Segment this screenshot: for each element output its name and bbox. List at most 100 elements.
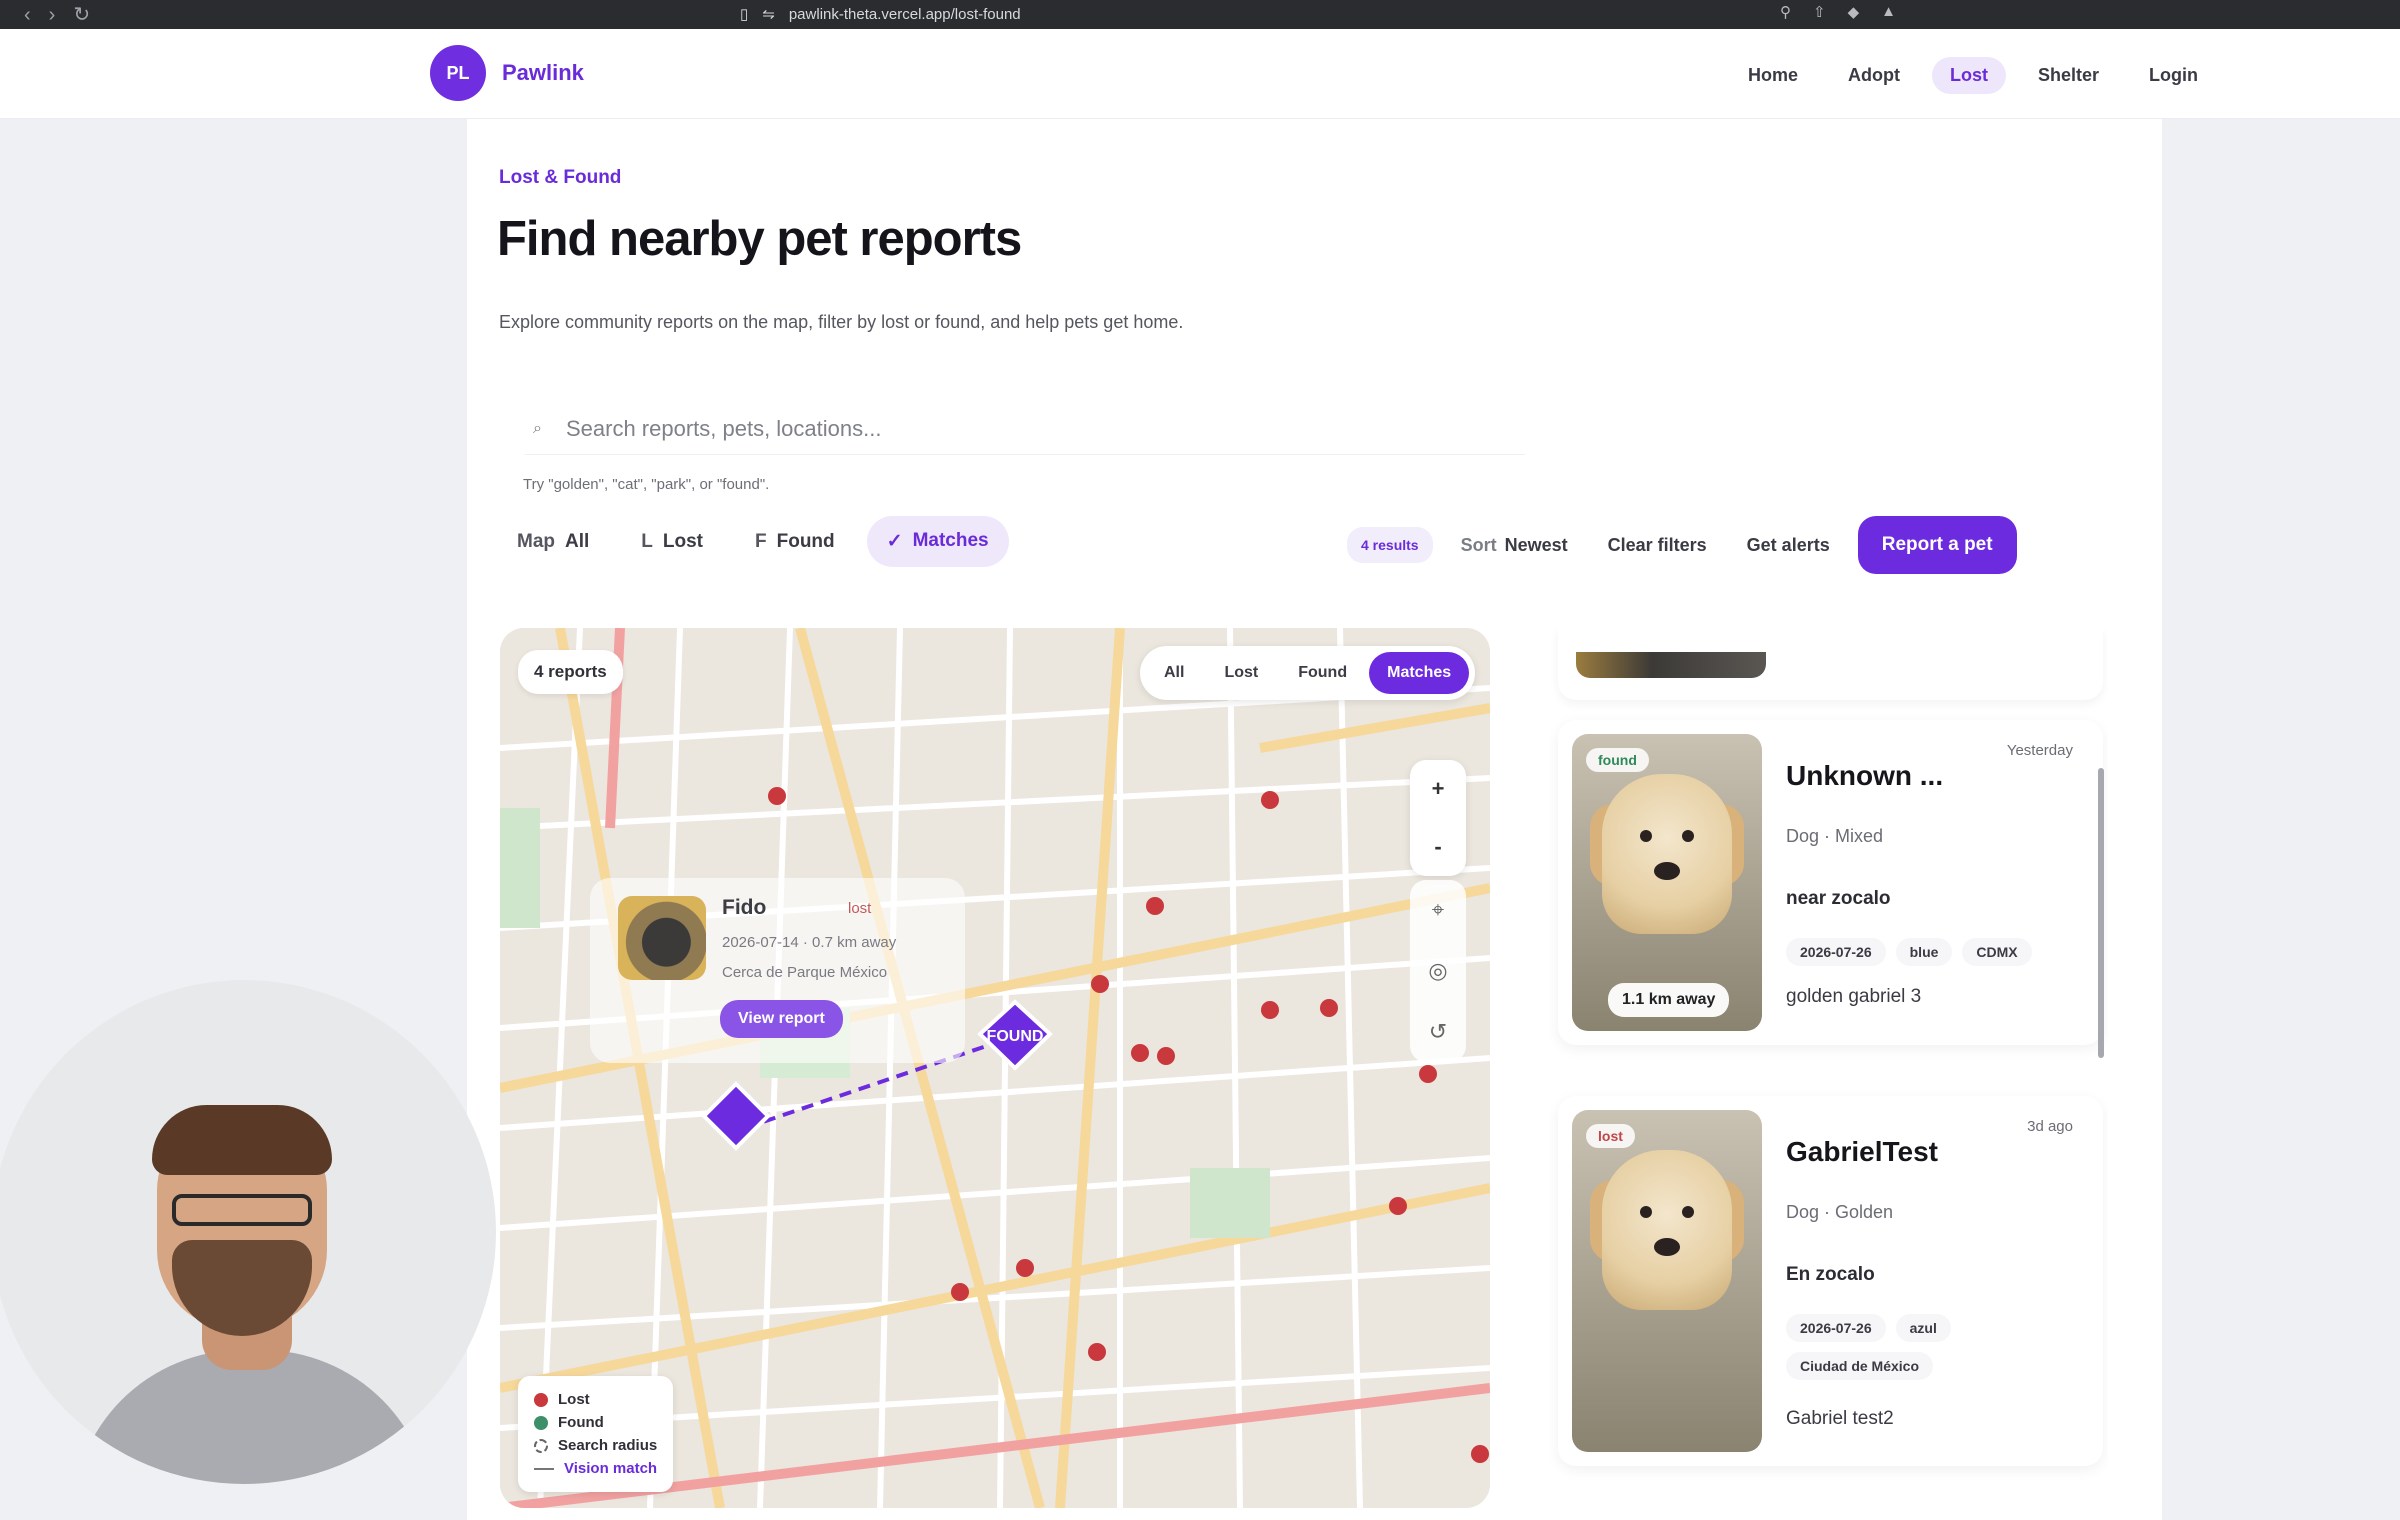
result-card-partial[interactable]	[1558, 628, 2103, 700]
popup-location: Cerca de Parque México	[722, 964, 888, 981]
pet-photo: lost	[1572, 1110, 1762, 1452]
search-bar: ⌕	[525, 403, 1525, 455]
popup-meta: 2026-07-14 · 0.7 km away	[722, 934, 897, 951]
result-card[interactable]: lost GabrielTest 3d ago Dog · Golden En …	[1558, 1096, 2103, 1466]
filter-lost[interactable]: L Lost	[621, 517, 723, 567]
result-name: Unknown ...	[1786, 760, 1944, 791]
filter-all-label: All	[565, 530, 590, 552]
page-kicker: Lost & Found	[499, 167, 622, 188]
tag-date: 2026-07-26	[1786, 1314, 1886, 1342]
filter-all-key: Map	[517, 530, 555, 552]
browser-chrome: ‹›↻ ▯ ⇋ pawlink-theta.vercel.app/lost-fo…	[0, 0, 2400, 29]
clear-filters-button[interactable]: Clear filters	[1596, 523, 1719, 568]
map-tab-matches[interactable]: Matches	[1369, 652, 1470, 694]
crosshair-icon[interactable]: ⌖	[1432, 897, 1444, 923]
tag-city: Ciudad de México	[1786, 1352, 1934, 1380]
reports-map[interactable]: FOUND 4 reports All Lost Found Matches +…	[500, 628, 1490, 1508]
nav-home[interactable]: Home	[1730, 57, 1816, 94]
reports-count-pill: 4 reports	[518, 650, 623, 694]
locate-icon[interactable]: ◎	[1428, 958, 1447, 984]
filter-lost-key: L	[641, 530, 653, 552]
filter-chips: Map All L Lost F Found ✓ Matches	[497, 516, 1009, 567]
result-card[interactable]: found 1.1 km away Unknown ... Yesterday …	[1558, 720, 2103, 1045]
radius-icon	[534, 1438, 548, 1453]
share-icon[interactable]: ⇧	[1813, 3, 1826, 21]
site-info-icon[interactable]: ⇋	[762, 5, 775, 23]
tag-date: 2026-07-26	[1786, 938, 1886, 966]
result-tags: 2026-07-26 azul Ciudad de México	[1786, 1314, 2086, 1380]
map-legend: Lost Found Search radius Vision match	[518, 1376, 674, 1492]
zoom-icon[interactable]: ⚲	[1780, 3, 1791, 21]
status-badge: lost	[1586, 1124, 1635, 1148]
url-text: pawlink-theta.vercel.app/lost-found	[788, 5, 1021, 23]
tag-color: azul	[1895, 1314, 1951, 1342]
browser-nav-icons[interactable]: ‹›↻	[24, 2, 108, 27]
webcam-overlay	[0, 980, 496, 1484]
nav-shelter[interactable]: Shelter	[2020, 57, 2117, 94]
popup-pet-name: Fido	[722, 896, 767, 919]
view-report-button[interactable]: View report	[720, 1000, 843, 1038]
get-alerts-button[interactable]: Get alerts	[1735, 523, 1842, 568]
reset-icon[interactable]: ↺	[1429, 1019, 1447, 1045]
zoom-controls: + -	[1410, 760, 1466, 876]
distance-badge: 1.1 km away	[1608, 983, 1730, 1017]
report-pet-button[interactable]: Report a pet	[1857, 516, 2017, 574]
legend-radius: Search radius	[558, 1437, 658, 1454]
map-tab-lost[interactable]: Lost	[1206, 652, 1276, 694]
main-menu: Home Adopt Lost Shelter Login	[1730, 57, 2216, 94]
map-tab-all[interactable]: All	[1146, 652, 1202, 694]
search-icon: ⌕	[533, 419, 542, 437]
legend-found: Found	[558, 1414, 604, 1431]
result-tags: 2026-07-26 blue CDMX	[1786, 938, 2086, 966]
filter-matches[interactable]: ✓ Matches	[866, 516, 1009, 567]
result-description: Gabriel test2	[1786, 1408, 1894, 1429]
nav-lost[interactable]: Lost	[1932, 57, 2006, 94]
nav-adopt[interactable]: Adopt	[1830, 57, 1918, 94]
page-title: Find nearby pet reports	[497, 212, 1022, 266]
map-tools: ⌖ ◎ ↺	[1410, 880, 1466, 1062]
sort-label: Sort	[1460, 534, 1497, 555]
pet-thumbnail	[618, 896, 706, 980]
shield-icon[interactable]: ◆	[1848, 3, 1860, 21]
page-subtitle: Explore community reports on the map, fi…	[499, 312, 1184, 332]
browser-tools: ⚲ ⇧ ◆ ▲	[1780, 3, 1896, 21]
results-count-badge: 4 results	[1347, 527, 1433, 563]
result-name: GabrielTest	[1786, 1136, 1938, 1167]
result-time: 3d ago	[2027, 1118, 2073, 1135]
map-filter-tabs: All Lost Found Matches	[1140, 646, 1476, 700]
nav-login[interactable]: Login	[2131, 57, 2216, 94]
zoom-in-button[interactable]: +	[1432, 760, 1445, 818]
result-breed: Dog · Golden	[1786, 1202, 1894, 1222]
filter-matches-label: Matches	[912, 530, 989, 551]
lost-dot-icon	[534, 1392, 548, 1407]
address-bar[interactable]: ▯ ⇋ pawlink-theta.vercel.app/lost-found	[740, 3, 1021, 25]
filter-lost-label: Lost	[662, 530, 703, 552]
result-location: near zocalo	[1786, 888, 1891, 909]
sort-dropdown[interactable]: Sort Newest	[1449, 523, 1580, 568]
legend-lost: Lost	[558, 1391, 590, 1408]
found-dot-icon	[534, 1415, 548, 1430]
search-input[interactable]	[563, 414, 1464, 443]
brand-name: Pawlink	[502, 60, 584, 85]
filter-found-key: F	[755, 530, 767, 552]
result-location: En zocalo	[1786, 1264, 1875, 1285]
brand-logo: PL	[430, 45, 486, 101]
filter-all[interactable]: Map All	[497, 517, 609, 567]
list-controls: 4 results Sort Newest Clear filters Get …	[1347, 516, 2017, 574]
result-breed: Dog · Mixed	[1786, 826, 1884, 846]
result-time: Yesterday	[2006, 742, 2073, 759]
zoom-out-button[interactable]: -	[1434, 818, 1441, 876]
results-list: found 1.1 km away Unknown ... Yesterday …	[1548, 628, 2108, 1520]
bookmark-icon[interactable]: ▯	[740, 5, 748, 23]
filter-found[interactable]: F Found	[735, 517, 855, 567]
alert-icon[interactable]: ▲	[1881, 3, 1896, 21]
search-hint: Try "golden", "cat", "park", or "found".	[523, 476, 770, 493]
check-icon: ✓	[886, 531, 903, 552]
map-tab-found[interactable]: Found	[1280, 652, 1365, 694]
pet-popup: Fido lost 2026-07-14 · 0.7 km away Cerca…	[590, 878, 965, 1063]
list-scrollbar[interactable]	[2098, 768, 2104, 1058]
tag-city: CDMX	[1962, 938, 2032, 966]
filter-found-label: Found	[776, 530, 835, 552]
brand[interactable]: PL Pawlink	[430, 45, 584, 101]
legend-vision: Vision match	[564, 1460, 658, 1477]
